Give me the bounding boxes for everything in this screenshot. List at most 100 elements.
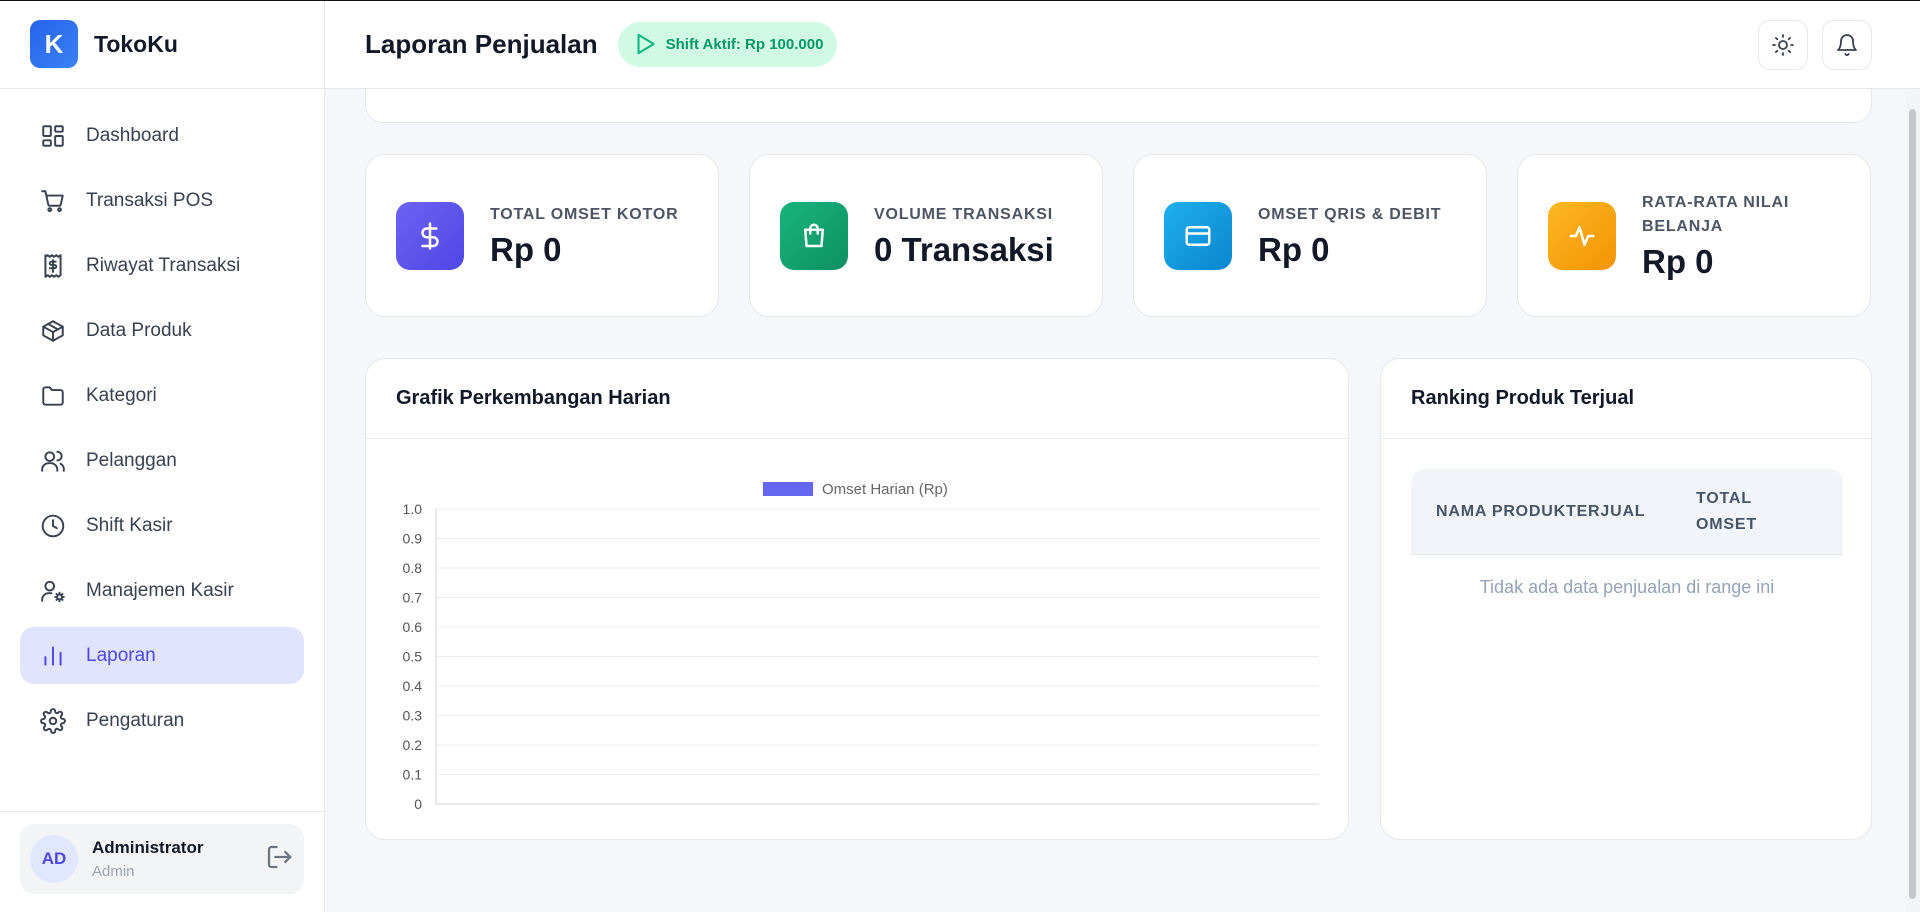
page-title: Laporan Penjualan	[365, 28, 598, 59]
stat-icon-bg	[396, 201, 464, 270]
y-tick-label: 0.2	[403, 737, 423, 753]
stat-label: VOLUME TRANSAKSI	[874, 205, 1054, 223]
users-icon	[41, 450, 65, 472]
ranking-empty-state: Tidak ada data penjualan di range ini	[1479, 577, 1775, 597]
stat-body: OMSET QRIS & DEBIT Rp 0	[1258, 203, 1441, 269]
y-tick-label: 0.3	[403, 708, 423, 724]
sidebar-item-label: Pengaturan	[86, 709, 185, 731]
stat-value: Rp 0	[490, 230, 562, 268]
brand-name: TokoKu	[94, 30, 178, 57]
notifications-button[interactable]	[1822, 20, 1872, 70]
column-header-terjual[interactable]: TERJUAL	[1566, 499, 1696, 525]
chart-grid	[435, 508, 1319, 805]
daily-chart-panel: Grafik Perkembangan Harian Omset Harian …	[365, 358, 1349, 840]
sidebar-item-label: Shift Kasir	[86, 514, 173, 536]
cart-icon	[41, 189, 64, 212]
sidebar-item-label: Dashboard	[86, 124, 179, 146]
chart-legend[interactable]: Omset Harian (Rp)	[763, 481, 948, 498]
stat-card-total-omset: TOTAL OMSET KOTOR Rp 0	[365, 154, 719, 317]
credit-card-icon	[1185, 225, 1211, 246]
bar-chart-icon	[44, 645, 62, 666]
stat-value: 0 Transaksi	[874, 230, 1054, 268]
stat-value: Rp 0	[1642, 242, 1714, 280]
ranking-panel-title: Ranking Produk Terjual	[1381, 359, 1871, 439]
dollar-icon	[421, 221, 439, 250]
y-tick-label: 0.9	[403, 531, 423, 547]
y-tick-label: 0.1	[403, 767, 423, 783]
sidebar-item-manajemen-kasir[interactable]: Manajemen Kasir	[20, 562, 304, 619]
sidebar-item-label: Riwayat Transaksi	[86, 254, 241, 276]
stat-value: Rp 0	[1258, 230, 1330, 268]
sidebar-item-label: Transaksi POS	[86, 189, 214, 211]
header: Laporan Penjualan Shift Aktif: Rp 100.00…	[325, 0, 1920, 89]
sidebar-item-data-produk[interactable]: Data Produk	[20, 302, 304, 359]
activity-icon	[1569, 225, 1595, 246]
y-tick-label: 0	[414, 796, 422, 812]
shopping-bag-icon	[804, 223, 824, 247]
logout-button[interactable]	[264, 842, 294, 877]
logout-icon	[267, 845, 292, 868]
y-tick-label: 0.7	[403, 590, 423, 606]
sidebar-item-label: Kategori	[86, 384, 157, 406]
sidebar-item-label: Pelanggan	[86, 449, 177, 471]
clock-icon	[41, 514, 65, 537]
sidebar-item-dashboard[interactable]: Dashboard	[20, 107, 304, 164]
shift-badge-label: Shift Aktif: Rp 100.000	[665, 35, 824, 53]
y-tick-label: 0.8	[403, 560, 423, 576]
scrollbar-thumb[interactable]	[1909, 109, 1916, 899]
theme-toggle-button[interactable]	[1758, 20, 1808, 70]
sidebar-item-pelanggan[interactable]: Pelanggan	[20, 432, 304, 489]
legend-label: Omset Harian (Rp)	[822, 481, 948, 498]
shift-status-badge[interactable]: Shift Aktif: Rp 100.000	[617, 21, 838, 67]
y-tick-label: 0.5	[403, 649, 423, 665]
column-header-nama-produk[interactable]: NAMA PRODUK	[1411, 499, 1566, 525]
stat-label: RATA-RATA NILAI BELANJA	[1642, 193, 1790, 235]
sidebar-item-transaksi-pos[interactable]: Transaksi POS	[20, 172, 304, 229]
play-icon	[637, 33, 655, 55]
stat-card-omset-qris-debit: OMSET QRIS & DEBIT Rp 0	[1133, 154, 1487, 317]
daily-revenue-chart: Omset Harian (Rp) 0 0.1 0.2 0.3 0.4 0.5 0.6 0.7…	[403, 481, 1319, 812]
sidebar-item-riwayat-transaksi[interactable]: Riwayat Transaksi	[20, 237, 304, 294]
stat-label: OMSET QRIS & DEBIT	[1258, 205, 1442, 223]
sidebar-item-kategori[interactable]: Kategori	[20, 367, 304, 424]
sidebar-item-laporan[interactable]: Laporan	[20, 627, 304, 684]
brand-logo: K	[30, 20, 78, 68]
stat-icon-bg	[780, 201, 848, 270]
brand[interactable]: K TokoKu	[0, 0, 324, 89]
stat-icon-bg	[1164, 201, 1232, 270]
gear-icon	[40, 707, 66, 734]
stats-row: TOTAL OMSET KOTOR Rp 0 VOLUME TRANSAKSI …	[365, 154, 1871, 317]
stat-card-volume-transaksi: VOLUME TRANSAKSI 0 Transaksi	[749, 154, 1103, 317]
chart-area: Omset Harian (Rp) 0 0.1 0.2 0.3 0.4 0.5 0.6 0.7…	[366, 439, 1350, 839]
sun-icon	[1772, 34, 1794, 56]
user-card: AD Administrator Admin	[20, 824, 304, 894]
stat-icon-bg	[1548, 201, 1616, 270]
stat-card-rata-rata-belanja: RATA-RATA NILAI BELANJA Rp 0	[1517, 154, 1871, 317]
sidebar-footer: AD Administrator Admin	[0, 811, 324, 912]
box-icon	[42, 319, 64, 342]
page-scrollbar[interactable]	[1905, 89, 1920, 912]
chart-panel-title: Grafik Perkembangan Harian	[366, 359, 1348, 439]
window-top-border	[0, 0, 1920, 1]
column-header-total-omset[interactable]: TOTAL OMSET	[1696, 486, 1796, 538]
avatar[interactable]: AD	[30, 835, 78, 883]
user-role: Admin	[92, 863, 135, 880]
sidebar: K TokoKu Dashboard Transaksi POS Riwayat…	[0, 0, 325, 912]
sidebar-item-label: Manajemen Kasir	[86, 579, 234, 601]
y-tick-label: 1.0	[403, 501, 423, 517]
dashboard-icon	[42, 124, 64, 147]
ranking-panel: Ranking Produk Terjual NAMA PRODUK TERJU…	[1380, 358, 1872, 840]
sidebar-item-shift-kasir[interactable]: Shift Kasir	[20, 497, 304, 554]
folder-icon	[42, 385, 64, 406]
main-content: TOTAL OMSET KOTOR Rp 0 VOLUME TRANSAKSI …	[325, 69, 1905, 912]
stat-label: TOTAL OMSET KOTOR	[490, 205, 679, 223]
stat-body: TOTAL OMSET KOTOR Rp 0	[490, 203, 678, 269]
stat-body: VOLUME TRANSAKSI 0 Transaksi	[874, 203, 1054, 269]
bell-icon	[1837, 34, 1857, 56]
sidebar-item-label: Data Produk	[86, 319, 192, 341]
sidebar-item-pengaturan[interactable]: Pengaturan	[20, 692, 304, 749]
user-meta: Administrator Admin	[92, 838, 264, 880]
y-tick-label: 0.4	[403, 678, 423, 694]
legend-swatch	[763, 482, 813, 496]
receipt-icon	[44, 253, 62, 278]
